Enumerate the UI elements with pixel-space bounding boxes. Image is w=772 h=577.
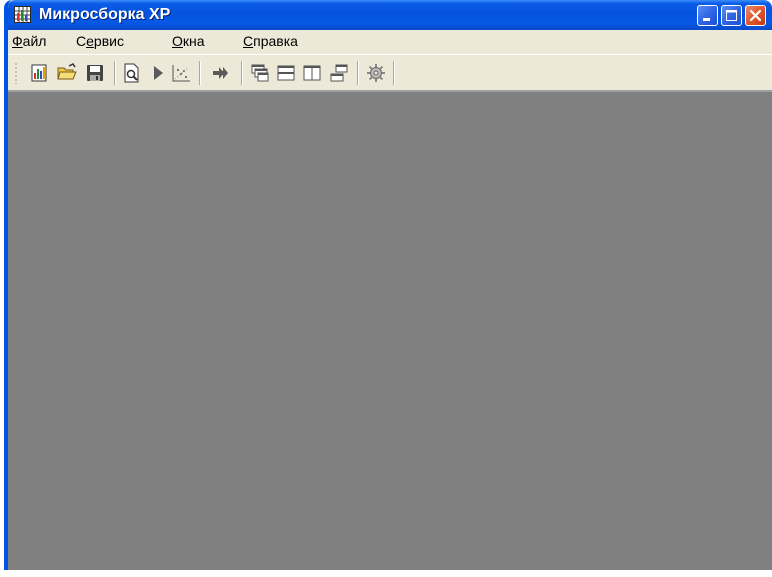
- arrange-icons-icon[interactable]: [328, 62, 350, 84]
- menu-service[interactable]: Сервис: [76, 33, 124, 49]
- tile-horizontal-icon[interactable]: [275, 62, 297, 84]
- open-folder-icon[interactable]: [56, 62, 78, 84]
- menu-help[interactable]: Справка: [243, 33, 298, 49]
- menu-bar: Файл Сервис Окна Справка: [8, 30, 772, 52]
- toolbar-separator: [199, 61, 201, 85]
- minimize-button[interactable]: [697, 5, 718, 26]
- maximize-button[interactable]: [721, 5, 742, 26]
- toolbar: [8, 54, 772, 90]
- menu-windows[interactable]: Окна: [172, 33, 205, 49]
- toolbar-separator: [114, 61, 116, 85]
- new-document-icon[interactable]: [28, 62, 50, 84]
- toolbar-separator: [241, 61, 243, 85]
- mdi-client-area[interactable]: [8, 90, 772, 570]
- menu-file[interactable]: Файл: [12, 33, 46, 49]
- maximize-icon: [726, 10, 737, 21]
- toolbar-separator: [393, 61, 395, 85]
- save-icon[interactable]: [84, 62, 106, 84]
- settings-gear-icon[interactable]: [365, 62, 387, 84]
- chart-grid-icon[interactable]: [14, 6, 31, 23]
- toolbar-grip[interactable]: [15, 62, 17, 84]
- cascade-windows-icon[interactable]: [249, 62, 271, 84]
- tile-vertical-icon[interactable]: [301, 62, 323, 84]
- print-preview-icon[interactable]: [121, 62, 143, 84]
- window-title: Микросборка XP: [39, 6, 171, 23]
- main-window: Микросборка XP Файл Сервис Окна Справка: [4, 0, 772, 570]
- scatter-chart-icon[interactable]: [170, 62, 192, 84]
- forward-arrow-icon[interactable]: [210, 62, 232, 84]
- play-icon[interactable]: [147, 62, 169, 84]
- minimize-icon: [703, 18, 710, 21]
- close-button[interactable]: [745, 5, 766, 26]
- toolbar-separator: [357, 61, 359, 85]
- title-bar[interactable]: Микросборка XP: [8, 0, 772, 30]
- close-icon: [749, 9, 762, 22]
